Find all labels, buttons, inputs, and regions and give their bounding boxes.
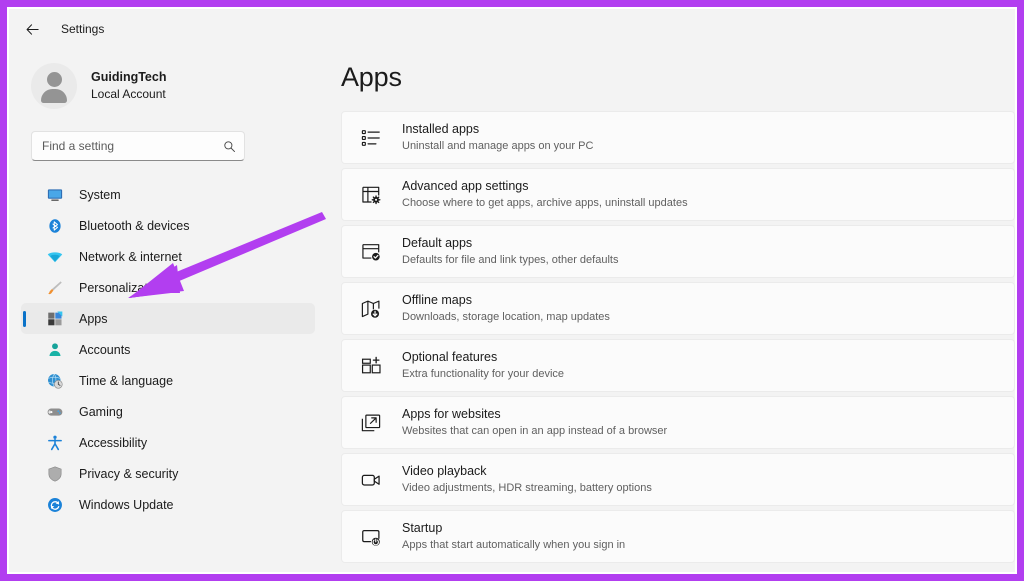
settings-card-startup[interactable]: Startup Apps that start automatically whe… xyxy=(341,510,1015,563)
window-external-link-icon xyxy=(360,412,382,434)
bluetooth-icon xyxy=(45,216,65,236)
sidebar-item-label: Accounts xyxy=(79,342,131,357)
card-title: Apps for websites xyxy=(402,407,501,422)
settings-card-video-playback[interactable]: Video playback Video adjustments, HDR str… xyxy=(341,453,1015,506)
settings-card-apps-for-websites[interactable]: Apps for websites Websites that can open … xyxy=(341,396,1015,449)
video-camera-icon xyxy=(360,469,382,491)
person-avatar-icon xyxy=(31,63,77,109)
card-subtitle: Uninstall and manage apps on your PC xyxy=(402,140,594,153)
sidebar-item-accessibility[interactable]: Accessibility xyxy=(21,427,315,458)
window-gear-icon xyxy=(360,184,382,206)
account-name: GuidingTech xyxy=(91,70,167,85)
sidebar-item-label: Time & language xyxy=(79,373,174,388)
sidebar-item-label: System xyxy=(79,187,121,202)
account-type: Local Account xyxy=(91,87,166,102)
wifi-icon xyxy=(45,247,65,267)
settings-card-optional-features[interactable]: Optional features Extra functionality for… xyxy=(341,339,1015,392)
back-button[interactable] xyxy=(17,14,47,44)
selection-indicator xyxy=(23,310,26,327)
system-monitor-icon xyxy=(45,185,65,205)
settings-card-advanced-app-settings[interactable]: Advanced app settings Choose where to get… xyxy=(341,168,1015,221)
grid-plus-icon xyxy=(360,355,382,377)
card-title: Video playback xyxy=(402,464,487,479)
update-refresh-icon xyxy=(45,495,65,515)
card-title: Default apps xyxy=(402,236,473,251)
search-box[interactable] xyxy=(31,131,245,161)
sidebar-item-label: Gaming xyxy=(79,404,123,419)
map-download-icon xyxy=(360,298,382,320)
sidebar-item-accounts[interactable]: Accounts xyxy=(21,334,315,365)
sidebar-item-label: Network & internet xyxy=(79,249,182,264)
card-title: Startup xyxy=(402,521,443,536)
globe-clock-icon xyxy=(45,371,65,391)
page-title: Apps xyxy=(341,62,402,92)
sidebar-item-personalization[interactable]: Personalization xyxy=(21,272,315,303)
sidebar-item-label: Apps xyxy=(79,311,108,326)
sidebar-item-label: Personalization xyxy=(79,280,165,295)
main-content: Apps Installed apps Uninstall and manage … xyxy=(327,49,1015,572)
sidebar-item-windows-update[interactable]: Windows Update xyxy=(21,489,315,520)
settings-card-list: Installed apps Uninstall and manage apps … xyxy=(341,111,1015,563)
card-subtitle: Video adjustments, HDR streaming, batter… xyxy=(402,482,652,495)
window-check-icon xyxy=(360,241,382,263)
sidebar-item-label: Privacy & security xyxy=(79,466,179,481)
sidebar-item-apps[interactable]: Apps xyxy=(21,303,315,334)
sidebar-nav: System Bluetooth & devices Network & inter… xyxy=(9,179,327,520)
card-subtitle: Defaults for file and link types, other … xyxy=(402,254,619,267)
settings-card-offline-maps[interactable]: Offline maps Downloads, storage location,… xyxy=(341,282,1015,335)
back-arrow-icon xyxy=(26,23,39,35)
account-block[interactable]: GuidingTech Local Account xyxy=(9,49,327,113)
card-subtitle: Downloads, storage location, map updates xyxy=(402,311,610,324)
card-title: Installed apps xyxy=(402,122,480,137)
list-apps-icon xyxy=(360,127,382,149)
search-input[interactable] xyxy=(42,139,223,153)
sidebar-item-time-language[interactable]: Time & language xyxy=(21,365,315,396)
settings-card-default-apps[interactable]: Default apps Defaults for file and link t… xyxy=(341,225,1015,278)
titlebar: Settings xyxy=(9,9,1015,49)
card-subtitle: Extra functionality for your device xyxy=(402,368,565,381)
titlebar-title: Settings xyxy=(61,22,105,36)
sidebar-item-gaming[interactable]: Gaming xyxy=(21,396,315,427)
card-title: Optional features xyxy=(402,350,498,365)
annotated-window-frame: Settings GuidingTech Local Account Find … xyxy=(0,0,1024,581)
paintbrush-icon xyxy=(45,278,65,298)
startup-power-icon xyxy=(360,526,382,548)
sidebar-item-network-internet[interactable]: Network & internet xyxy=(21,241,315,272)
sidebar-item-system[interactable]: System xyxy=(21,179,315,210)
sidebar-item-label: Windows Update xyxy=(79,497,174,512)
card-subtitle: Choose where to get apps, archive apps, … xyxy=(402,197,688,210)
apps-grid-icon xyxy=(45,309,65,329)
accessibility-person-icon xyxy=(45,433,65,453)
card-subtitle: Websites that can open in an app instead… xyxy=(402,425,668,438)
gamepad-icon xyxy=(45,402,65,422)
sidebar-item-bluetooth-devices[interactable]: Bluetooth & devices xyxy=(21,210,315,241)
sidebar: GuidingTech Local Account System Bluetoot… xyxy=(9,49,327,572)
card-title: Offline maps xyxy=(402,293,472,308)
sidebar-item-label: Accessibility xyxy=(79,435,148,450)
account-person-icon xyxy=(45,340,65,360)
search-icon xyxy=(223,140,236,153)
card-title: Advanced app settings xyxy=(402,179,529,194)
sidebar-item-privacy-security[interactable]: Privacy & security xyxy=(21,458,315,489)
shield-icon xyxy=(45,464,65,484)
sidebar-item-label: Bluetooth & devices xyxy=(79,218,190,233)
settings-card-installed-apps[interactable]: Installed apps Uninstall and manage apps … xyxy=(341,111,1015,164)
card-subtitle: Apps that start automatically when you s… xyxy=(402,539,626,552)
settings-window: Settings GuidingTech Local Account Find … xyxy=(7,7,1017,574)
